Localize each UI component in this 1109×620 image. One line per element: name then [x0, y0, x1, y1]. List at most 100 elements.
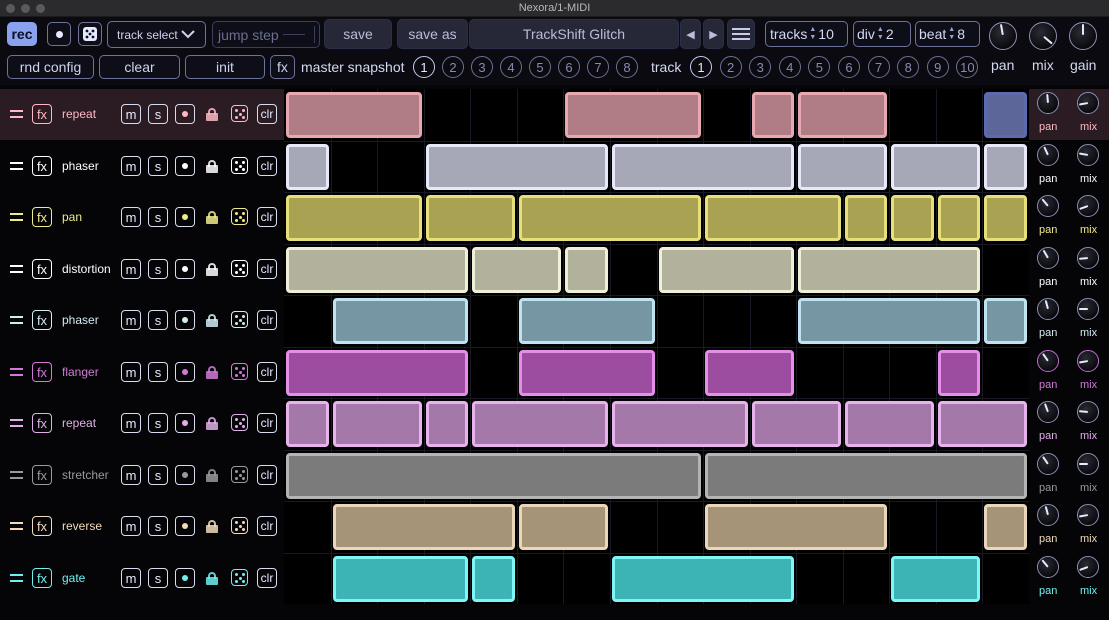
track-mix-knob[interactable]: [1077, 92, 1099, 114]
mute-button[interactable]: m: [121, 465, 141, 485]
lock-icon[interactable]: [206, 469, 218, 482]
track-pan-knob[interactable]: [1037, 556, 1059, 578]
step-block[interactable]: [752, 401, 841, 447]
preset-next-button[interactable]: ▶: [703, 19, 724, 49]
track-clear-button[interactable]: clr: [257, 104, 277, 124]
mute-button[interactable]: m: [121, 362, 141, 382]
dice-icon[interactable]: [231, 311, 248, 328]
beat-spinner[interactable]: beat ▲ ▼ 8: [915, 21, 980, 47]
track-fx-button[interactable]: fx: [32, 568, 52, 588]
preset-prev-button[interactable]: ◀: [680, 19, 701, 49]
master-snapshot-4[interactable]: 4: [500, 56, 522, 78]
lock-icon[interactable]: [206, 108, 218, 121]
track-clear-button[interactable]: clr: [257, 207, 277, 227]
step-block[interactable]: [705, 504, 887, 550]
record-arm-button[interactable]: [175, 413, 195, 433]
mute-button[interactable]: m: [121, 413, 141, 433]
mute-button[interactable]: m: [121, 568, 141, 588]
mute-button[interactable]: m: [121, 207, 141, 227]
step-block[interactable]: [565, 92, 701, 138]
solo-button[interactable]: s: [148, 259, 168, 279]
step-block[interactable]: [286, 195, 422, 241]
step-block[interactable]: [798, 144, 887, 190]
dice-icon[interactable]: [231, 157, 248, 174]
track-number-9[interactable]: 9: [926, 56, 949, 78]
step-block[interactable]: [705, 195, 841, 241]
track-fx-button[interactable]: fx: [32, 413, 52, 433]
track-number-4[interactable]: 4: [778, 56, 801, 78]
jump-step-field[interactable]: jump step: [212, 21, 320, 48]
track-number-3[interactable]: 3: [749, 56, 772, 78]
record-arm-button[interactable]: [175, 362, 195, 382]
track-fx-button[interactable]: fx: [32, 516, 52, 536]
master-snapshot-8[interactable]: 8: [616, 56, 638, 78]
track-mix-knob[interactable]: [1077, 453, 1099, 475]
track-pan-knob[interactable]: [1037, 144, 1059, 166]
track-fx-button[interactable]: fx: [32, 362, 52, 382]
drag-handle-icon[interactable]: [10, 162, 23, 170]
step-block[interactable]: [984, 504, 1027, 550]
solo-button[interactable]: s: [148, 413, 168, 433]
step-block[interactable]: [659, 247, 794, 293]
track-clear-button[interactable]: clr: [257, 413, 277, 433]
record-arm-button[interactable]: [175, 310, 195, 330]
master-snapshot-3[interactable]: 3: [471, 56, 493, 78]
step-block[interactable]: [565, 247, 608, 293]
track-fx-button[interactable]: fx: [32, 104, 52, 124]
track-clear-button[interactable]: clr: [257, 516, 277, 536]
dice-icon[interactable]: [231, 208, 248, 225]
step-block[interactable]: [286, 350, 468, 396]
rec-button[interactable]: rec: [7, 22, 37, 46]
record-arm-button[interactable]: [175, 465, 195, 485]
step-block[interactable]: [472, 247, 561, 293]
track-clear-button[interactable]: clr: [257, 362, 277, 382]
track-number-6[interactable]: 6: [838, 56, 860, 78]
track-clear-button[interactable]: clr: [257, 310, 277, 330]
step-block[interactable]: [286, 92, 422, 138]
spinner-arrows-icon[interactable]: ▲ ▼: [877, 26, 884, 42]
solo-button[interactable]: s: [148, 104, 168, 124]
master-mix-knob[interactable]: [1029, 22, 1057, 50]
spinner-arrows-icon[interactable]: ▲ ▼: [948, 26, 955, 42]
mute-button[interactable]: m: [121, 259, 141, 279]
rnd-config-button[interactable]: rnd config: [7, 55, 94, 79]
track-mix-knob[interactable]: [1077, 247, 1099, 269]
step-block[interactable]: [938, 401, 1027, 447]
div-spinner[interactable]: div ▲ ▼ 2: [853, 21, 911, 47]
preset-name[interactable]: TrackShift Glitch: [469, 19, 679, 49]
dice-icon[interactable]: [231, 363, 248, 380]
track-mix-knob[interactable]: [1077, 350, 1099, 372]
sequencer-grid[interactable]: [284, 89, 1029, 604]
step-block[interactable]: [705, 453, 1027, 499]
track-mix-knob[interactable]: [1077, 144, 1099, 166]
track-pan-knob[interactable]: [1037, 92, 1059, 114]
track-select-dropdown[interactable]: track select: [107, 21, 206, 48]
step-block[interactable]: [519, 350, 655, 396]
step-block[interactable]: [519, 504, 608, 550]
drag-handle-icon[interactable]: [10, 368, 23, 376]
track-mix-knob[interactable]: [1077, 556, 1099, 578]
mute-button[interactable]: m: [121, 310, 141, 330]
jump-step-stepper[interactable]: [283, 26, 315, 43]
step-block[interactable]: [612, 401, 748, 447]
master-snapshot-7[interactable]: 7: [587, 56, 609, 78]
clear-button[interactable]: clear: [99, 55, 180, 79]
dice-icon[interactable]: [231, 466, 248, 483]
step-block[interactable]: [286, 247, 468, 293]
track-fx-button[interactable]: fx: [32, 156, 52, 176]
master-snapshot-6[interactable]: 6: [558, 56, 580, 78]
step-block[interactable]: [798, 92, 887, 138]
solo-button[interactable]: s: [148, 516, 168, 536]
step-block[interactable]: [426, 401, 468, 447]
track-number-8[interactable]: 8: [897, 56, 920, 78]
spinner-arrows-icon[interactable]: ▲ ▼: [809, 26, 816, 42]
track-mix-knob[interactable]: [1077, 195, 1099, 217]
solo-button[interactable]: s: [148, 568, 168, 588]
track-fx-button[interactable]: fx: [32, 207, 52, 227]
track-clear-button[interactable]: clr: [257, 156, 277, 176]
record-arm-button[interactable]: [175, 156, 195, 176]
dice-icon[interactable]: [231, 105, 248, 122]
track-number-2[interactable]: 2: [719, 56, 742, 78]
master-snapshot-5[interactable]: 5: [529, 56, 551, 78]
solo-button[interactable]: s: [148, 465, 168, 485]
